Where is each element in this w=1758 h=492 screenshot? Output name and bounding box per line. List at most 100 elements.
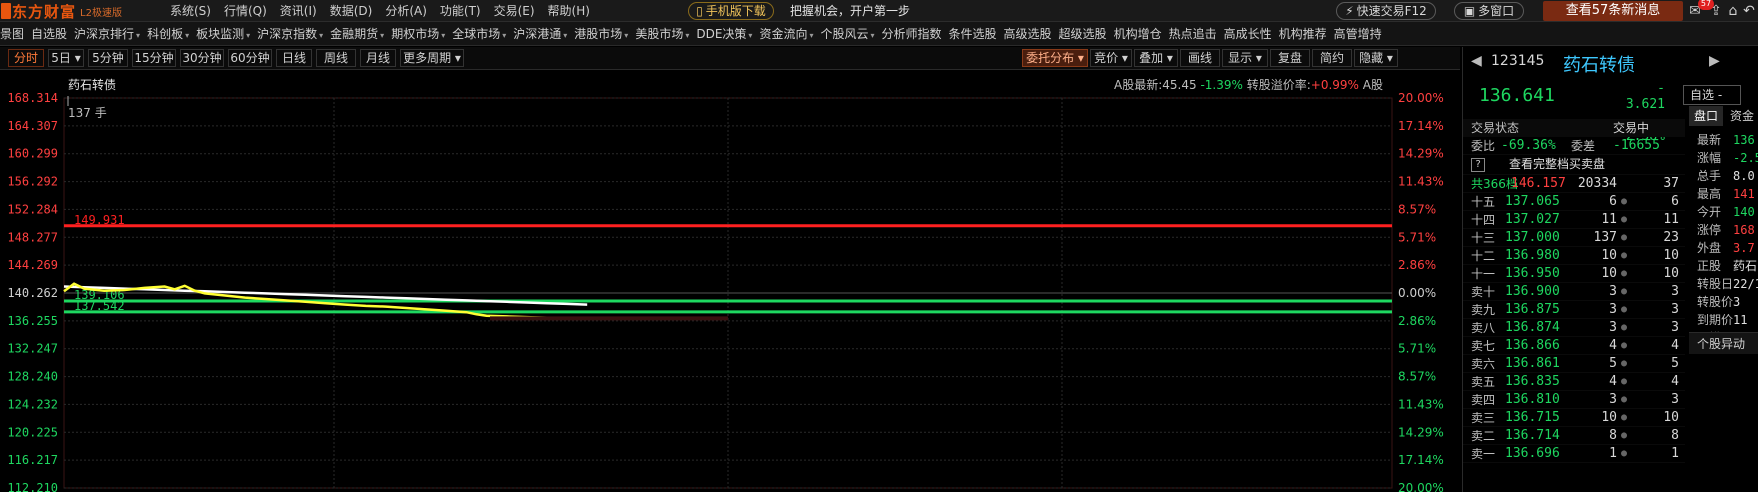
- level-label: 十五: [1471, 195, 1496, 209]
- chart-tool-button[interactable]: 委托分布 ▾: [1022, 49, 1088, 67]
- chevron-down-icon: ▾: [748, 31, 753, 40]
- order-book-row[interactable]: 十五 137.065 6 6 ●: [1463, 193, 1685, 211]
- period-button[interactable]: 60分钟: [228, 49, 272, 67]
- nav-item[interactable]: 自选股: [31, 22, 74, 45]
- nav-item-label: 自选股: [31, 27, 68, 41]
- order-book-row[interactable]: 卖二 136.714 8 8 ●: [1463, 427, 1685, 445]
- period-button[interactable]: 日线: [276, 49, 312, 67]
- order-book-row[interactable]: 卖三 136.715 10 10 ●: [1463, 409, 1685, 427]
- multi-window-label: 多窗口: [1478, 4, 1515, 18]
- nav-item[interactable]: 条件选股: [949, 22, 1004, 45]
- watchlist-select[interactable]: 自选 -: [1683, 85, 1741, 105]
- nav-item[interactable]: 个股风云 ▾: [820, 22, 881, 45]
- stock-move-tab[interactable]: 个股异动: [1689, 332, 1758, 354]
- order-book-row[interactable]: 卖六 136.861 5 5 ●: [1463, 355, 1685, 373]
- order-book-row[interactable]: 卖七 136.866 4 4 ●: [1463, 337, 1685, 355]
- intraday-chart[interactable]: 168.314 20.00% 164.307 17.14% 160.299 14.29% 1…: [0, 90, 1460, 492]
- nav-item[interactable]: 板块监测 ▾: [196, 22, 257, 45]
- chart-tool-button[interactable]: 显示 ▾: [1222, 49, 1268, 67]
- nav-item[interactable]: 美股市场 ▾: [635, 22, 696, 45]
- menu-item[interactable]: 资讯(I): [280, 0, 317, 22]
- nav-item[interactable]: 机构增仓: [1114, 22, 1169, 45]
- nav-item[interactable]: 沪深京指数 ▾: [257, 22, 330, 45]
- underlying-latest: A股最新:45.45: [1114, 78, 1197, 92]
- nav-item[interactable]: 期权市场 ▾: [391, 22, 452, 45]
- chart-tool-button[interactable]: 竞价 ▾: [1090, 49, 1132, 67]
- nav-item[interactable]: 高成长性: [1224, 22, 1279, 45]
- period-button[interactable]: 5分钟: [88, 49, 128, 67]
- nav-item-label: 高成长性: [1223, 27, 1272, 41]
- next-stock-icon[interactable]: ▶: [1709, 53, 1720, 69]
- y-tick-left: 112.210: [7, 481, 58, 492]
- menu-item[interactable]: 系统(S): [170, 0, 211, 22]
- order-book-row[interactable]: 卖五 136.835 4 4 ●: [1463, 373, 1685, 391]
- menu-item[interactable]: 行情(Q): [224, 0, 267, 22]
- app-logo[interactable]: 东方财富 L2极速版: [0, 0, 150, 22]
- nav-item[interactable]: 景图: [0, 22, 31, 45]
- chart-tool-button[interactable]: 简约: [1312, 49, 1352, 67]
- news-button[interactable]: 查看57条新消息: [1543, 1, 1683, 21]
- nav-item[interactable]: 金融期货 ▾: [330, 22, 391, 45]
- mobile-download-button[interactable]: ▯ 手机版下载: [688, 2, 774, 20]
- edition-label: L2极速版: [80, 7, 122, 19]
- back-icon[interactable]: ↶: [1740, 0, 1758, 22]
- level-label: 十四: [1471, 213, 1496, 227]
- nav-item-label: 机构推荐: [1278, 27, 1327, 41]
- period-button[interactable]: 分时: [8, 49, 44, 67]
- prev-stock-icon[interactable]: ◀: [1471, 53, 1482, 69]
- chart-tool-button[interactable]: 画线: [1180, 49, 1220, 67]
- order-book-row[interactable]: 十二 136.980 10 10 ●: [1463, 247, 1685, 265]
- order-book-row[interactable]: 卖四 136.810 3 3 ●: [1463, 391, 1685, 409]
- level-price: 136.835: [1505, 374, 1560, 389]
- order-book-row[interactable]: 十三 137.000 137 23 ●: [1463, 229, 1685, 247]
- chart-tool-button[interactable]: 叠加 ▾: [1134, 49, 1178, 67]
- nav-item-label: 期权市场: [391, 27, 440, 41]
- period-button[interactable]: 周线: [316, 49, 356, 67]
- order-book-row[interactable]: 卖八 136.874 3 3 ●: [1463, 319, 1685, 337]
- menu-item[interactable]: 交易(E): [494, 0, 535, 22]
- period-button[interactable]: 更多周期 ▾: [400, 49, 464, 67]
- nav-item[interactable]: 分析师指数: [882, 22, 949, 45]
- nav-item[interactable]: 高管增持: [1334, 22, 1389, 45]
- nav-item[interactable]: 热点追击: [1169, 22, 1224, 45]
- nav-item[interactable]: 超级选股: [1059, 22, 1114, 45]
- nav-item[interactable]: 沪深港通 ▾: [513, 22, 574, 45]
- order-book-row[interactable]: 卖十 136.900 3 3 ●: [1463, 283, 1685, 301]
- menu-item[interactable]: 功能(T): [440, 0, 481, 22]
- full-book-row[interactable]: ? 查看完整档买卖盘: [1463, 155, 1685, 175]
- chart-tool-button[interactable]: 复盘: [1270, 49, 1310, 67]
- order-book-row[interactable]: 卖一 136.696 1 1 ●: [1463, 445, 1685, 463]
- nav-item[interactable]: 沪深京排行 ▾: [74, 22, 147, 45]
- level-volume: 6: [1609, 194, 1617, 209]
- menu-item[interactable]: 帮助(H): [548, 0, 590, 22]
- nav-item[interactable]: 资金流向 ▾: [759, 22, 820, 45]
- upload-icon[interactable]: ⇪: [1707, 0, 1725, 22]
- nav-item[interactable]: 机构推荐: [1279, 22, 1334, 45]
- tab-funds[interactable]: 资金: [1725, 106, 1758, 126]
- chart-tool-button[interactable]: 隐藏 ▾: [1354, 49, 1398, 67]
- nav-item[interactable]: DDE决策 ▾: [696, 22, 759, 45]
- period-button[interactable]: 15分钟: [132, 49, 176, 67]
- level-dot-icon: ●: [1621, 448, 1628, 459]
- nav-item[interactable]: 高级选股: [1004, 22, 1059, 45]
- period-button[interactable]: 30分钟: [180, 49, 224, 67]
- multi-window-button[interactable]: ▣ 多窗口: [1454, 2, 1524, 20]
- nav-item[interactable]: 港股市场 ▾: [574, 22, 635, 45]
- stat-label: 外盘: [1697, 241, 1722, 255]
- menu-item[interactable]: 分析(A): [385, 0, 427, 22]
- nav-item[interactable]: 科创板 ▾: [147, 22, 196, 45]
- nav-item-label: 超级选股: [1058, 27, 1107, 41]
- slogan-link[interactable]: 把握机会，开户第一步: [790, 0, 910, 22]
- menu-item[interactable]: 数据(D): [330, 0, 373, 22]
- level-right-volume: 1: [1671, 446, 1679, 461]
- period-button[interactable]: 月线: [360, 49, 396, 67]
- order-book-row[interactable]: 卖九 136.875 3 3 ●: [1463, 301, 1685, 319]
- level-price: 136.875: [1505, 302, 1560, 317]
- quick-trade-button[interactable]: ⚡ 快速交易F12: [1336, 2, 1436, 20]
- order-book-row[interactable]: 十四 137.027 11 11 ●: [1463, 211, 1685, 229]
- nav-item[interactable]: 全球市场 ▾: [452, 22, 513, 45]
- level-label: 卖七: [1471, 339, 1496, 353]
- period-button[interactable]: 5日 ▾: [48, 49, 84, 67]
- order-book-row[interactable]: 十一 136.950 10 10 ●: [1463, 265, 1685, 283]
- tab-handicap[interactable]: 盘口: [1689, 106, 1723, 126]
